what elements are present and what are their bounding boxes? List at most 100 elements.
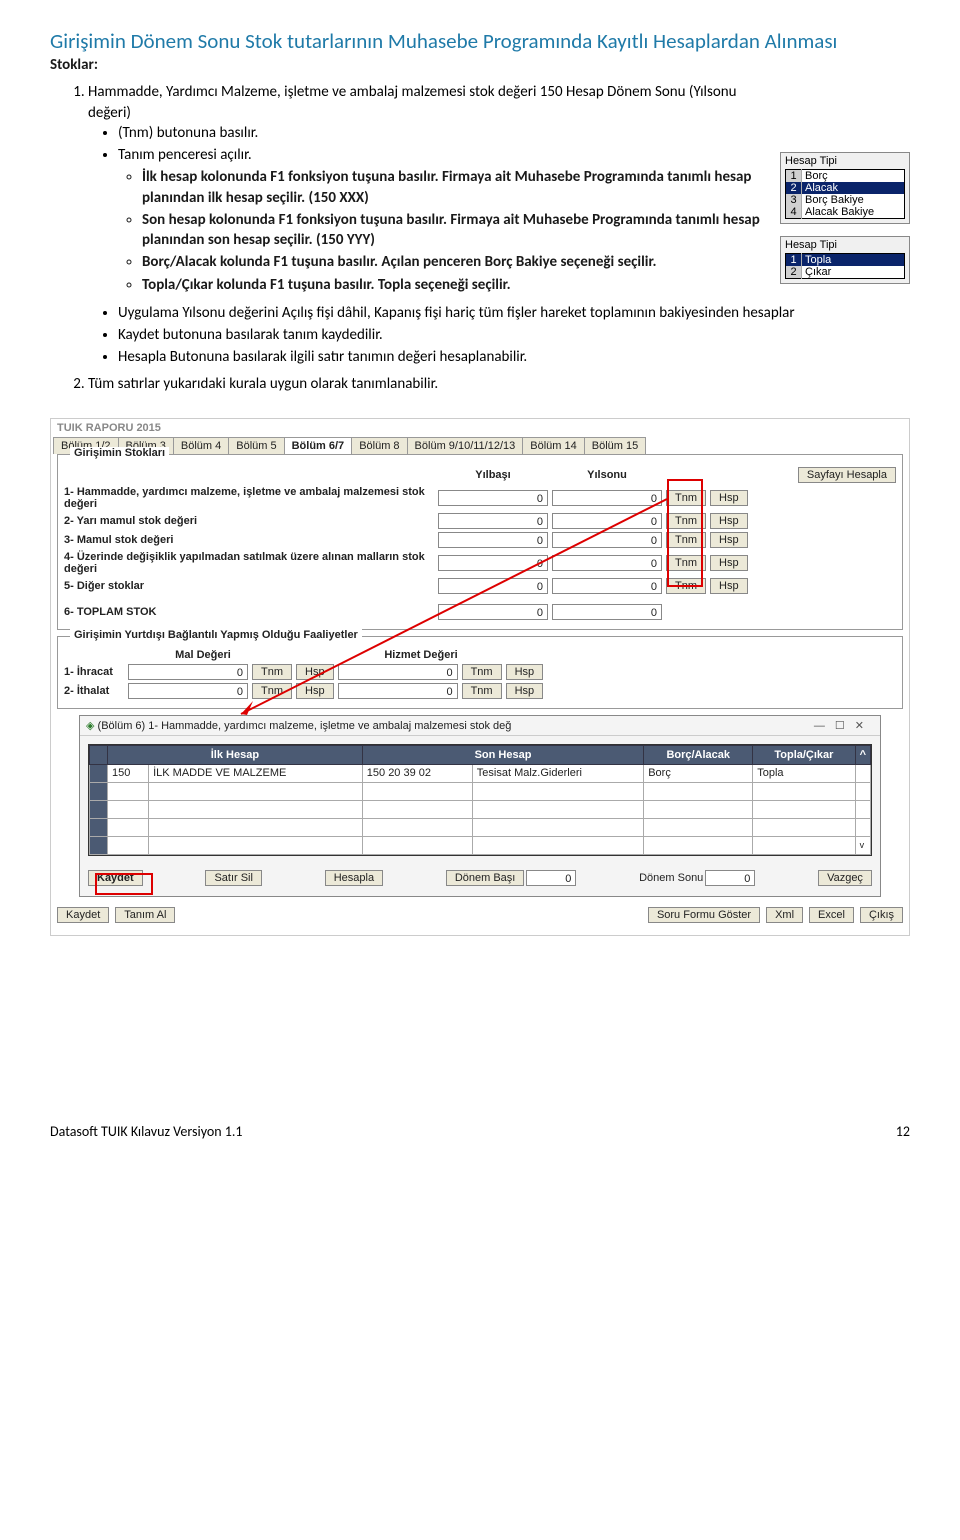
row3-label: 3- Mamul stok değeri bbox=[64, 534, 434, 546]
ithalat-hiz-tnm[interactable]: Tnm bbox=[462, 683, 502, 699]
popup1-row-alacak[interactable]: Alacak bbox=[802, 182, 905, 194]
bottom-cikis-button[interactable]: Çıkış bbox=[860, 907, 903, 923]
modal-donemsonu-label: Dönem Sonu bbox=[639, 872, 703, 884]
close-icon[interactable]: ✕ bbox=[855, 720, 874, 732]
grid-row-empty[interactable] bbox=[90, 800, 871, 818]
row4-yilsonu[interactable]: 0 bbox=[552, 555, 662, 571]
ithalat-mal[interactable]: 0 bbox=[128, 683, 248, 699]
bullet-tnm: (Tnm) butonuna basılır. bbox=[118, 123, 910, 143]
col-hizmet: Hizmet Değeri bbox=[346, 649, 496, 661]
col-sonhesap: Son Hesap bbox=[362, 745, 643, 764]
ihracat-label: 1- İhracat bbox=[64, 666, 124, 678]
ithalat-label: 2- İthalat bbox=[64, 685, 124, 697]
ithalat-mal-tnm[interactable]: Tnm bbox=[252, 683, 292, 699]
tab-bolum-9-13[interactable]: Bölüm 9/10/11/12/13 bbox=[407, 437, 524, 454]
row4-yilbasi[interactable]: 0 bbox=[438, 555, 548, 571]
ihracat-hiz-hsp[interactable]: Hsp bbox=[506, 664, 544, 680]
row1-yilsonu[interactable]: 0 bbox=[552, 490, 662, 506]
page-title: Girişimin Dönem Sonu Stok tutarlarının M… bbox=[50, 28, 910, 54]
row4-hsp-button[interactable]: Hsp bbox=[710, 555, 748, 571]
bottom-kaydet-button[interactable]: Kaydet bbox=[57, 907, 109, 923]
bottom-xml-button[interactable]: Xml bbox=[766, 907, 803, 923]
tab-bolum-8[interactable]: Bölüm 8 bbox=[351, 437, 407, 454]
col-yilbasi: Yılbaşı bbox=[438, 469, 548, 481]
popup2-caption: Hesap Tipi bbox=[785, 239, 905, 253]
bottom-soruformu-button[interactable]: Soru Formu Göster bbox=[648, 907, 760, 923]
row5-hsp-button[interactable]: Hsp bbox=[710, 578, 748, 594]
ihracat-mal-tnm[interactable]: Tnm bbox=[252, 664, 292, 680]
maximize-icon[interactable]: ☐ bbox=[835, 720, 855, 732]
row2-yilbasi[interactable]: 0 bbox=[438, 513, 548, 529]
cell-ilkhesap-name[interactable]: İLK MADDE VE MALZEME bbox=[149, 764, 363, 782]
hesap-tipi-popup-1: Hesap Tipi 1Borç 2Alacak 3Borç Bakiye 4A… bbox=[780, 152, 910, 224]
row1-label: 1- Hammadde, yardımcı malzeme, işletme v… bbox=[64, 486, 434, 510]
row3-hsp-button[interactable]: Hsp bbox=[710, 532, 748, 548]
ihracat-hiz[interactable]: 0 bbox=[338, 664, 458, 680]
popup1-caption: Hesap Tipi bbox=[785, 155, 905, 169]
popup1-row-borc[interactable]: Borç bbox=[802, 170, 905, 183]
modal-satirsil-button[interactable]: Satır Sil bbox=[205, 870, 262, 886]
modal-hesapla-button[interactable]: Hesapla bbox=[325, 870, 383, 886]
cell-toplacikar[interactable]: Topla bbox=[753, 764, 855, 782]
ithalat-mal-hsp[interactable]: Hsp bbox=[296, 683, 334, 699]
donembasi-value: 0 bbox=[526, 870, 576, 886]
cell-sonhesap-name[interactable]: Tesisat Malz.Giderleri bbox=[472, 764, 643, 782]
bottom-tanimal-button[interactable]: Tanım Al bbox=[115, 907, 175, 923]
ithalat-hiz-hsp[interactable]: Hsp bbox=[506, 683, 544, 699]
ihracat-mal-hsp[interactable]: Hsp bbox=[296, 664, 334, 680]
definition-grid: İlk Hesap Son Hesap Borç/Alacak Topla/Çı… bbox=[88, 744, 872, 856]
row3-yilsonu[interactable]: 0 bbox=[552, 532, 662, 548]
list-item-1: Hammadde, Yardımcı Malzeme, işletme ve a… bbox=[88, 82, 910, 367]
row6-label: 6- TOPLAM STOK bbox=[64, 606, 434, 618]
page-number: 12 bbox=[896, 1123, 910, 1140]
minimize-icon[interactable]: — bbox=[814, 720, 835, 732]
bottom-toolbar: Kaydet Tanım Al Soru Formu Göster Xml Ex… bbox=[51, 903, 909, 927]
cell-borcalacak[interactable]: Borç bbox=[644, 764, 753, 782]
tab-bolum-14[interactable]: Bölüm 14 bbox=[522, 437, 584, 454]
tab-bar: Bölüm 1/2 Bölüm 3 Bölüm 4 Bölüm 5 Bölüm … bbox=[51, 437, 909, 454]
popup1-row-borcbakiye[interactable]: Borç Bakiye bbox=[802, 194, 905, 206]
tab-bolum-5[interactable]: Bölüm 5 bbox=[228, 437, 284, 454]
app-icon: ◈ bbox=[86, 720, 94, 732]
donemsonu-value: 0 bbox=[705, 870, 755, 886]
grid-row-empty[interactable] bbox=[90, 818, 871, 836]
row2-hsp-button[interactable]: Hsp bbox=[710, 513, 748, 529]
bottom-excel-button[interactable]: Excel bbox=[809, 907, 854, 923]
row5-yilbasi[interactable]: 0 bbox=[438, 578, 548, 594]
modal-vazgec-button[interactable]: Vazgeç bbox=[818, 870, 872, 886]
red-highlight-kaydet bbox=[95, 873, 153, 895]
row5-yilsonu[interactable]: 0 bbox=[552, 578, 662, 594]
ihracat-hiz-tnm[interactable]: Tnm bbox=[462, 664, 502, 680]
row6-yilbasi: 0 bbox=[438, 604, 548, 620]
definition-modal: ◈ (Bölüm 6) 1- Hammadde, yardımcı malzem… bbox=[79, 715, 881, 897]
sayfayi-hesapla-button[interactable]: Sayfayı Hesapla bbox=[798, 467, 896, 483]
cell-sonhesap-code[interactable]: 150 20 39 02 bbox=[362, 764, 472, 782]
tab-bolum-6-7[interactable]: Bölüm 6/7 bbox=[284, 437, 353, 454]
subheading: Stoklar: bbox=[50, 56, 910, 74]
bullet-uygulama: Uygulama Yılsonu değerini Açılış fişi dâ… bbox=[118, 303, 910, 323]
grid-row-empty[interactable]: v bbox=[90, 836, 871, 854]
row1-yilbasi[interactable]: 0 bbox=[438, 490, 548, 506]
row1-hsp-button[interactable]: Hsp bbox=[710, 490, 748, 506]
col-borcalacak: Borç/Alacak bbox=[644, 745, 753, 764]
col-toplacikar: Topla/Çıkar bbox=[753, 745, 855, 764]
row2-yilsonu[interactable]: 0 bbox=[552, 513, 662, 529]
ithalat-hiz[interactable]: 0 bbox=[338, 683, 458, 699]
popup2-row-topla[interactable]: Topla bbox=[802, 254, 905, 267]
cell-ilkhesap-code[interactable]: 150 bbox=[108, 764, 149, 782]
panel-stoklar: Girişimin Stokları Yılbaşı Yılsonu Sayfa… bbox=[57, 454, 903, 630]
col-yilsonu: Yılsonu bbox=[552, 469, 662, 481]
tab-bolum-15[interactable]: Bölüm 15 bbox=[584, 437, 646, 454]
grid-row-1[interactable]: 150 İLK MADDE VE MALZEME 150 20 39 02 Te… bbox=[90, 764, 871, 782]
grid-row-empty[interactable] bbox=[90, 782, 871, 800]
modal-title-text: (Bölüm 6) 1- Hammadde, yardımcı malzeme,… bbox=[98, 720, 512, 732]
window-title: TUIK RAPORU 2015 bbox=[51, 419, 909, 437]
popup2-row-cikar[interactable]: Çıkar bbox=[802, 266, 905, 279]
bullet-hesapla: Hesapla Butonuna basılarak ilgili satır … bbox=[118, 347, 910, 367]
ihracat-mal[interactable]: 0 bbox=[128, 664, 248, 680]
col-mal: Mal Değeri bbox=[128, 649, 278, 661]
popup1-row-alacakbakiye[interactable]: Alacak Bakiye bbox=[802, 206, 905, 219]
row3-yilbasi[interactable]: 0 bbox=[438, 532, 548, 548]
tab-bolum-4[interactable]: Bölüm 4 bbox=[173, 437, 229, 454]
modal-donembasi-button[interactable]: Dönem Başı bbox=[446, 870, 525, 886]
